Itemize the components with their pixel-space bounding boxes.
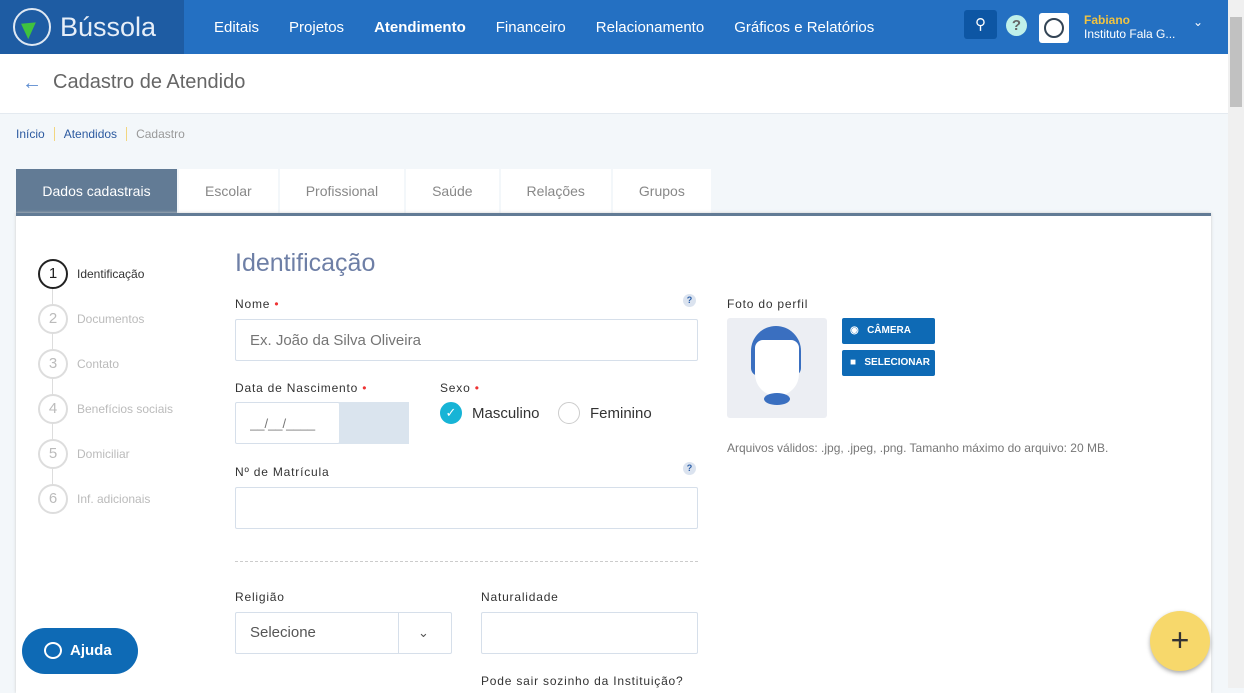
tab-profissional[interactable]: Profissional — [279, 169, 405, 213]
avatar-placeholder — [727, 318, 827, 418]
chevron-down-icon: ⌄ — [418, 625, 429, 640]
help-chat-button[interactable]: Ajuda — [22, 628, 138, 674]
feminino-label: Feminino — [590, 405, 652, 422]
camera-button[interactable]: ◉ CÂMERA — [842, 318, 935, 344]
org-avatar[interactable] — [1039, 13, 1069, 43]
back-arrow-icon[interactable]: ← — [22, 72, 42, 95]
tabs: Dados cadastrais Escolar Profissional Sa… — [16, 169, 713, 213]
step-beneficios[interactable]: 4 Benefícios sociais — [38, 386, 173, 431]
page-header: ← Cadastro de Atendido — [0, 54, 1228, 114]
tab-relacoes[interactable]: Relações — [500, 169, 611, 213]
sexo-label: Sexo • — [440, 381, 480, 395]
select-file-button[interactable]: ■ SELECIONAR — [842, 350, 935, 376]
nasc-input[interactable] — [235, 402, 340, 444]
radio-masculino[interactable]: ✓ — [440, 402, 462, 424]
nome-input[interactable] — [235, 319, 698, 361]
naturalidade-input[interactable] — [481, 612, 698, 654]
breadcrumb: Início Atendidos Cadastro — [16, 127, 194, 141]
add-fab-button[interactable]: + — [1150, 611, 1210, 671]
breadcrumb-inicio[interactable]: Início — [16, 127, 54, 141]
matricula-label: Nº de Matrícula — [235, 465, 330, 479]
help-icon[interactable]: ? — [683, 294, 696, 307]
nav-relacionamento[interactable]: Relacionamento — [596, 19, 704, 36]
search-button[interactable]: ⚲ — [964, 10, 997, 39]
naturalidade-label: Naturalidade — [481, 590, 559, 604]
scrollbar-thumb[interactable] — [1230, 17, 1242, 107]
form-panel: 1 Identificação 2 Documentos 3 Contato 4 Ben… — [16, 213, 1211, 693]
stepper: 1 Identificação 2 Documentos 3 Contato 4 Ben… — [38, 251, 173, 521]
user-name: Fabiano — [1084, 13, 1131, 27]
chevron-down-icon[interactable]: ⌄ — [1193, 15, 1203, 29]
sair-label: Pode sair sozinho da Instituição? — [481, 674, 684, 688]
nav-projetos[interactable]: Projetos — [289, 19, 344, 36]
main-nav: Editais Projetos Atendimento Financeiro … — [214, 19, 904, 36]
scrollbar[interactable] — [1228, 0, 1244, 688]
step-domiciliar[interactable]: 5 Domiciliar — [38, 431, 173, 476]
photo-label: Foto do perfil — [727, 297, 809, 311]
nasc-label: Data de Nascimento • — [235, 381, 368, 395]
nav-atendimento[interactable]: Atendimento — [374, 19, 466, 36]
section-title: Identificação — [235, 249, 376, 277]
nome-label: Nome • — [235, 297, 280, 311]
user-menu[interactable]: Fabiano Instituto Fala G... — [1084, 13, 1175, 41]
step-inf-adicionais[interactable]: 6 Inf. adicionais — [38, 476, 173, 521]
user-org: Instituto Fala G... — [1084, 27, 1176, 41]
masculino-label: Masculino — [472, 405, 540, 422]
tab-grupos[interactable]: Grupos — [612, 169, 711, 213]
step-contato[interactable]: 3 Contato — [38, 341, 173, 386]
folder-icon: ■ — [850, 357, 857, 368]
breadcrumb-atendidos[interactable]: Atendidos — [53, 127, 126, 141]
help-icon[interactable]: ? — [683, 462, 696, 475]
matricula-input[interactable] — [235, 487, 698, 529]
nav-graficos[interactable]: Gráficos e Relatórios — [734, 19, 874, 36]
camera-icon: ◉ — [850, 325, 859, 336]
tab-escolar[interactable]: Escolar — [179, 169, 278, 213]
step-identificacao[interactable]: 1 Identificação — [38, 251, 173, 296]
tab-saude[interactable]: Saúde — [406, 169, 499, 213]
divider — [235, 561, 698, 562]
religiao-select[interactable]: Selecione ⌄ — [235, 612, 452, 654]
chat-bubble-icon — [44, 642, 62, 659]
tab-dados-cadastrais[interactable]: Dados cadastrais — [16, 169, 177, 213]
nav-financeiro[interactable]: Financeiro — [496, 19, 566, 36]
step-documentos[interactable]: 2 Documentos — [38, 296, 173, 341]
check-icon: ✓ — [445, 405, 457, 420]
breadcrumb-cadastro: Cadastro — [126, 127, 194, 141]
nav-editais[interactable]: Editais — [214, 19, 259, 36]
photo-note: Arquivos válidos: .jpg, .jpeg, .png. Tam… — [727, 441, 1109, 455]
compass-logo-icon — [13, 8, 51, 46]
help-icon[interactable]: ? — [1006, 15, 1027, 36]
religiao-label: Religião — [235, 590, 285, 604]
radio-feminino[interactable] — [558, 402, 580, 424]
page-title: Cadastro de Atendido — [53, 71, 246, 93]
search-icon: ⚲ — [975, 16, 986, 33]
date-picker-button[interactable] — [339, 402, 409, 444]
brand-logo[interactable]: Bússola — [0, 0, 184, 54]
